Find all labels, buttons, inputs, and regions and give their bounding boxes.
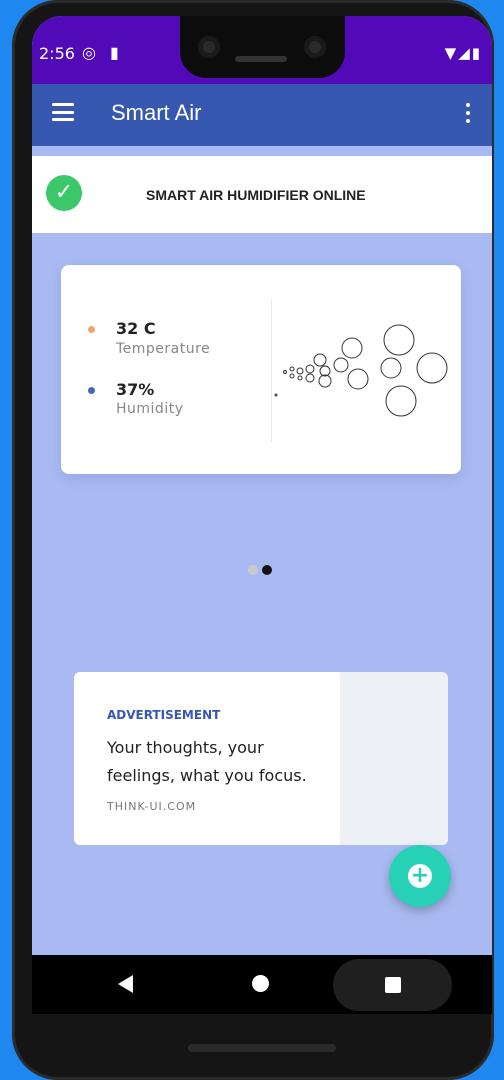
camera-notch <box>180 16 345 78</box>
sensor-card[interactable]: 32 C Temperature 37% Humidity <box>61 265 461 474</box>
bottom-speaker-grille <box>188 1044 336 1052</box>
sd-card-icon: ▮ <box>110 43 119 62</box>
app-bar: Smart Air <box>32 84 492 146</box>
back-icon[interactable] <box>118 975 133 993</box>
humidity-label: Humidity <box>116 401 184 417</box>
temperature-value: 32 C <box>116 319 156 338</box>
page-dot-2[interactable] <box>262 565 272 575</box>
navigation-bar <box>32 955 492 1014</box>
ad-url[interactable]: THINK-UI.COM <box>107 800 196 813</box>
status-time: 2:56 <box>39 44 75 63</box>
signal-icon: ◢ <box>458 44 472 62</box>
check-icon: ✓ <box>46 175 82 211</box>
ad-tag: ADVERTISEMENT <box>107 708 221 722</box>
humidity-dot <box>88 387 95 394</box>
recents-icon <box>385 977 401 993</box>
battery-icon: ▮ <box>471 44 482 62</box>
online-status-banner: ✓ SMART AIR HUMIDIFIER ONLINE <box>32 156 492 233</box>
recents-button[interactable] <box>333 959 452 1011</box>
wifi-icon: ▼ <box>444 44 459 62</box>
more-options-icon[interactable] <box>466 103 470 125</box>
online-status-text: SMART AIR HUMIDIFIER ONLINE <box>146 187 366 203</box>
front-camera <box>198 36 220 58</box>
add-button[interactable]: + <box>389 845 451 907</box>
humidity-value: 37% <box>116 380 155 399</box>
humidifier-mist-illustration <box>274 324 448 417</box>
page-dot-1[interactable] <box>248 565 258 575</box>
temperature-label: Temperature <box>116 341 211 357</box>
phone-screen: 2:56 ◎ ▮ ▼◢▮ Smart Air ✓ SMART AIR HUMID… <box>32 16 492 1014</box>
ad-text: Your thoughts, your feelings, what you f… <box>107 738 307 785</box>
menu-icon[interactable] <box>52 103 74 121</box>
status-right-icons: ▼◢▮ <box>445 44 482 62</box>
earpiece-speaker <box>235 56 287 62</box>
front-camera-2 <box>304 36 326 58</box>
app-title: Smart Air <box>111 100 202 125</box>
ad-image-placeholder <box>340 672 448 845</box>
plus-icon: + <box>408 864 432 888</box>
advertisement-card[interactable]: ADVERTISEMENT Your thoughts, your feelin… <box>74 672 448 845</box>
card-divider <box>271 299 272 443</box>
temperature-dot <box>88 326 95 333</box>
home-icon[interactable] <box>252 975 269 992</box>
circle-notification-icon: ◎ <box>82 43 96 62</box>
page-indicator <box>248 560 276 579</box>
